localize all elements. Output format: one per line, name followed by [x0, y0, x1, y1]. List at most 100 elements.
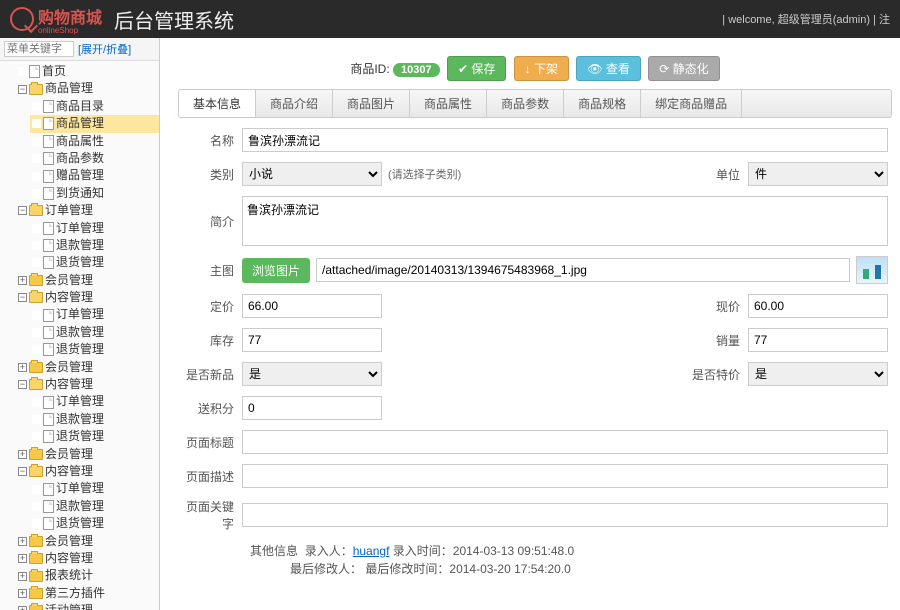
expand-icon[interactable]: +	[18, 537, 27, 546]
tree-node[interactable]: 订单管理	[30, 393, 159, 410]
unit-select[interactable]: 件	[748, 162, 888, 186]
expand-icon[interactable]: +	[18, 589, 27, 598]
expand-icon[interactable]: +	[18, 554, 27, 563]
tree-node[interactable]: 退款管理	[30, 498, 159, 515]
name-input[interactable]	[242, 128, 888, 152]
tab[interactable]: 商品规格	[564, 90, 641, 117]
image-path-input[interactable]	[316, 258, 850, 282]
logout-link[interactable]: 注	[879, 14, 890, 26]
tree-node[interactable]: 退款管理	[30, 237, 159, 254]
expand-icon[interactable]: +	[18, 450, 27, 459]
tree-label: 退货管理	[56, 428, 104, 445]
tree-node[interactable]: 退款管理	[30, 324, 159, 341]
save-button[interactable]: ✔ 保存	[447, 56, 506, 81]
static-button[interactable]: ⟳ 静态化	[648, 56, 719, 81]
collapse-icon[interactable]: −	[18, 380, 27, 389]
tree-node[interactable]: + 活动管理	[16, 602, 159, 610]
expand-collapse-link[interactable]: [展开/折叠]	[78, 41, 131, 57]
product-id-badge: 10307	[393, 63, 440, 77]
tab[interactable]: 商品介绍	[256, 90, 333, 117]
pagetitle-input[interactable]	[242, 430, 888, 454]
tree-label: 订单管理	[56, 393, 104, 410]
tree-node[interactable]: 赠品管理	[30, 167, 159, 184]
collapse-icon[interactable]: −	[18, 85, 27, 94]
tab-bar: 基本信息商品介绍商品图片商品属性商品参数商品规格绑定商品赠品	[178, 89, 892, 118]
category-select[interactable]: 小说	[242, 162, 382, 186]
tab[interactable]: 绑定商品赠品	[641, 90, 742, 117]
sales-input[interactable]	[748, 328, 888, 352]
tree-node[interactable]: 退货管理	[30, 428, 159, 445]
tree-spacer	[32, 172, 41, 181]
tree-label: 退款管理	[56, 498, 104, 515]
collapse-icon[interactable]: −	[18, 467, 27, 476]
tree-spacer	[32, 258, 41, 267]
tree-node[interactable]: +第三方插件	[16, 585, 159, 602]
tree-node[interactable]: +会员管理	[16, 359, 159, 376]
page-icon	[43, 152, 54, 165]
creator-link[interactable]: huangf	[353, 544, 390, 558]
image-thumbnail[interactable]	[856, 256, 888, 284]
pagedesc-label: 页面描述	[182, 468, 242, 485]
collapse-icon[interactable]: −	[18, 206, 27, 215]
tree-node[interactable]: 商品参数	[30, 150, 159, 167]
tree-node[interactable]: +会员管理	[16, 272, 159, 289]
expand-icon[interactable]: +	[18, 363, 27, 372]
tree-label: 内容管理	[45, 289, 93, 306]
tab[interactable]: 基本信息	[179, 90, 256, 117]
isnew-select[interactable]: 是	[242, 362, 382, 386]
view-button[interactable]: 👁 查看	[576, 56, 641, 81]
tree-spacer	[18, 67, 27, 76]
tree-node[interactable]: 退货管理	[30, 341, 159, 358]
tree-label: 退货管理	[56, 515, 104, 532]
isnew-label: 是否新品	[182, 366, 242, 383]
tab[interactable]: 商品属性	[410, 90, 487, 117]
tree-node[interactable]: 商品管理	[30, 115, 159, 132]
tree-node[interactable]: −内容管理	[16, 376, 159, 393]
tree-node[interactable]: +内容管理	[16, 550, 159, 567]
tree-spacer	[32, 328, 41, 337]
tree-node[interactable]: 退货管理	[30, 515, 159, 532]
pagekw-input[interactable]	[242, 503, 888, 527]
tree-node[interactable]: 订单管理	[30, 306, 159, 323]
offshelf-button[interactable]: ↓ 下架	[514, 56, 569, 81]
tree-node[interactable]: 订单管理	[30, 220, 159, 237]
nowprice-input[interactable]	[748, 294, 888, 318]
expand-icon[interactable]: +	[18, 276, 27, 285]
current-user-link[interactable]: 超级管理员(admin)	[778, 14, 870, 26]
price-input[interactable]	[242, 294, 382, 318]
tree-node[interactable]: 退货管理	[30, 254, 159, 271]
page-icon	[43, 222, 54, 235]
tree-node[interactable]: +会员管理	[16, 446, 159, 463]
price-label: 定价	[182, 298, 242, 315]
tree-node[interactable]: 退款管理	[30, 411, 159, 428]
stock-input[interactable]	[242, 328, 382, 352]
category-label: 类别	[182, 166, 242, 183]
folder-icon	[29, 84, 43, 95]
tree-node[interactable]: −商品管理	[16, 80, 159, 97]
points-input[interactable]	[242, 396, 382, 420]
tree-label: 活动管理	[45, 602, 93, 610]
tree-node[interactable]: +会员管理	[16, 533, 159, 550]
tree-node[interactable]: −内容管理	[16, 463, 159, 480]
tab[interactable]: 商品图片	[333, 90, 410, 117]
brief-textarea[interactable]: 鲁滨孙漂流记	[242, 196, 888, 246]
expand-icon[interactable]: +	[18, 606, 27, 610]
logo: 购物商城 onlineShop	[10, 4, 102, 35]
tree-node[interactable]: 商品属性	[30, 133, 159, 150]
folder-icon	[29, 466, 43, 477]
tree-node[interactable]: − 内容管理	[16, 289, 159, 306]
menu-search-input[interactable]	[4, 41, 74, 57]
browse-image-button[interactable]: 浏览图片	[242, 258, 310, 283]
tree-node[interactable]: 首页	[16, 63, 159, 80]
tree-node[interactable]: 订单管理	[30, 480, 159, 497]
isspecial-select[interactable]: 是	[748, 362, 888, 386]
tree-node[interactable]: −订单管理	[16, 202, 159, 219]
tree-node[interactable]: +报表统计	[16, 567, 159, 584]
tree-node[interactable]: 到货通知	[30, 185, 159, 202]
expand-icon[interactable]: +	[18, 572, 27, 581]
tree-node[interactable]: 商品目录	[30, 98, 159, 115]
main-content: 商品ID: 10307 ✔ 保存 ↓ 下架 👁 查看 ⟳ 静态化 基本信息商品介…	[160, 38, 900, 610]
tab[interactable]: 商品参数	[487, 90, 564, 117]
collapse-icon[interactable]: −	[18, 293, 27, 302]
pagedesc-input[interactable]	[242, 464, 888, 488]
